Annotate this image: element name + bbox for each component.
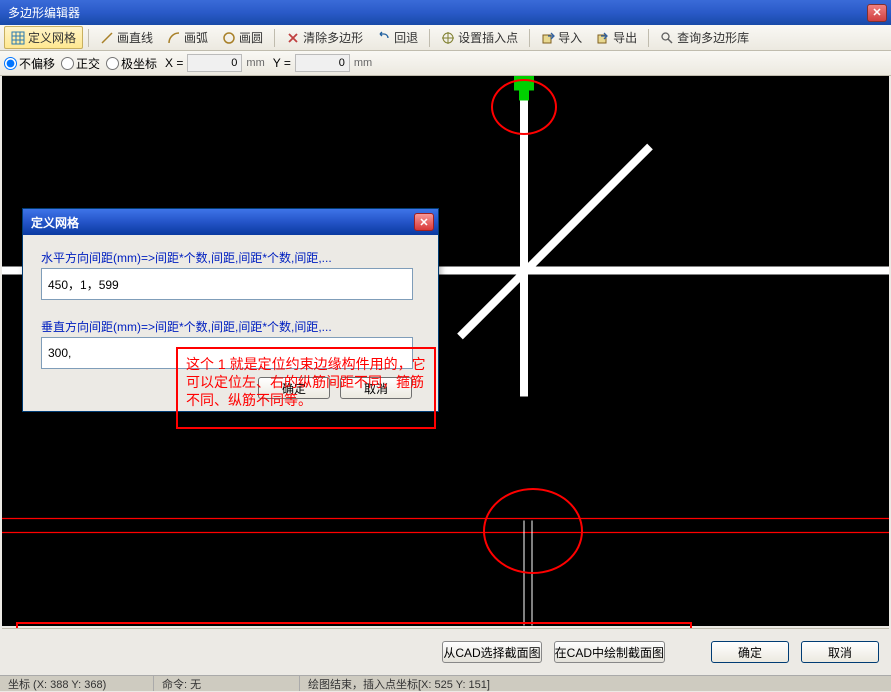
unit: mm	[246, 57, 264, 69]
separator	[429, 29, 430, 47]
import-button[interactable]: 导入	[535, 27, 588, 48]
x-field: X = mm	[165, 54, 265, 72]
separator	[274, 29, 275, 47]
x-input[interactable]	[187, 54, 242, 72]
radio-ortho[interactable]: 正交	[61, 55, 100, 72]
separator	[88, 29, 89, 47]
draw-arc-button[interactable]: 画弧	[161, 27, 214, 48]
h-spacing-label: 水平方向间距(mm)=>间距*个数,间距,间距*个数,间距,...	[41, 249, 420, 266]
titlebar: 多边形编辑器 ✕	[0, 0, 891, 25]
bottom-button-bar: 从CAD选择截面图 在CAD中绘制截面图 确定 取消	[2, 628, 889, 675]
search-icon	[660, 31, 674, 45]
label: 设置插入点	[458, 29, 518, 46]
v-spacing-label: 垂直方向间距(mm)=>间距*个数,间距,间距*个数,间距,...	[41, 318, 420, 335]
toolbar-options: 不偏移 正交 极坐标 X = mm Y = mm	[0, 51, 891, 76]
status-command: 命令: 无	[154, 676, 300, 691]
label: 回退	[394, 29, 418, 46]
y-label: Y =	[273, 56, 291, 70]
set-insert-button[interactable]: 设置插入点	[435, 27, 524, 48]
cad-select-section-button[interactable]: 从CAD选择截面图	[442, 641, 541, 663]
label: 导出	[613, 29, 637, 46]
label: 定义网格	[28, 29, 76, 46]
label: 画圆	[239, 29, 263, 46]
clear-poly-button[interactable]: 清除多边形	[280, 27, 369, 48]
cad-draw-section-button[interactable]: 在CAD中绘制截面图	[554, 641, 665, 663]
status-coords: 坐标 (X: 388 Y: 368)	[0, 676, 154, 691]
define-grid-dialog: 定义网格 ✕ 水平方向间距(mm)=>间距*个数,间距,间距*个数,间距,...…	[22, 208, 439, 412]
y-field: Y = mm	[273, 54, 372, 72]
import-icon	[541, 31, 555, 45]
undo-button[interactable]: 回退	[371, 27, 424, 48]
label: 导入	[558, 29, 582, 46]
label: 画弧	[184, 29, 208, 46]
dialog-titlebar: 定义网格 ✕	[23, 209, 438, 235]
v-spacing-input[interactable]	[41, 337, 413, 369]
x-label: X =	[165, 56, 183, 70]
radio-polar[interactable]: 极坐标	[106, 55, 157, 72]
separator	[648, 29, 649, 47]
arc-icon	[167, 31, 181, 45]
define-grid-button[interactable]: 定义网格	[4, 26, 83, 49]
undo-icon	[377, 31, 391, 45]
close-icon	[286, 31, 300, 45]
label: 画直线	[117, 29, 153, 46]
separator	[529, 29, 530, 47]
draw-line-button[interactable]: 画直线	[94, 27, 159, 48]
circle-icon	[222, 31, 236, 45]
main-cancel-button[interactable]: 取消	[801, 641, 879, 663]
toolbar-main: 定义网格 画直线 画弧 画圆 清除多边形 回退 设置插入点 导入 导出 查询多边…	[0, 25, 891, 51]
dialog-cancel-button[interactable]: 取消	[340, 377, 412, 399]
h-spacing-input[interactable]	[41, 268, 413, 300]
window-close-button[interactable]: ✕	[867, 4, 887, 22]
unit: mm	[354, 57, 372, 69]
label: 查询多边形库	[677, 29, 749, 46]
dialog-ok-button[interactable]: 确定	[258, 377, 330, 399]
main-ok-button[interactable]: 确定	[711, 641, 789, 663]
crosshair-icon	[441, 31, 455, 45]
query-lib-button[interactable]: 查询多边形库	[654, 27, 755, 48]
line-icon	[100, 31, 114, 45]
radio-no-offset[interactable]: 不偏移	[4, 55, 55, 72]
dialog-close-button[interactable]: ✕	[414, 213, 434, 231]
dialog-buttons: 确定 取消	[41, 377, 420, 399]
grid-icon	[11, 31, 25, 45]
export-icon	[596, 31, 610, 45]
draw-circle-button[interactable]: 画圆	[216, 27, 269, 48]
status-hint: 绘图结束，插入点坐标[X: 525 Y: 151]	[300, 676, 891, 691]
label: 清除多边形	[303, 29, 363, 46]
dialog-title-text: 定义网格	[27, 214, 414, 231]
window-title: 多边形编辑器	[4, 4, 867, 21]
y-input[interactable]	[295, 54, 350, 72]
statusbar: 坐标 (X: 388 Y: 368) 命令: 无 绘图结束，插入点坐标[X: 5…	[0, 675, 891, 691]
offset-mode-group: 不偏移 正交 极坐标	[4, 55, 157, 72]
dialog-body: 水平方向间距(mm)=>间距*个数,间距,间距*个数,间距,... 垂直方向间距…	[23, 235, 438, 411]
export-button[interactable]: 导出	[590, 27, 643, 48]
